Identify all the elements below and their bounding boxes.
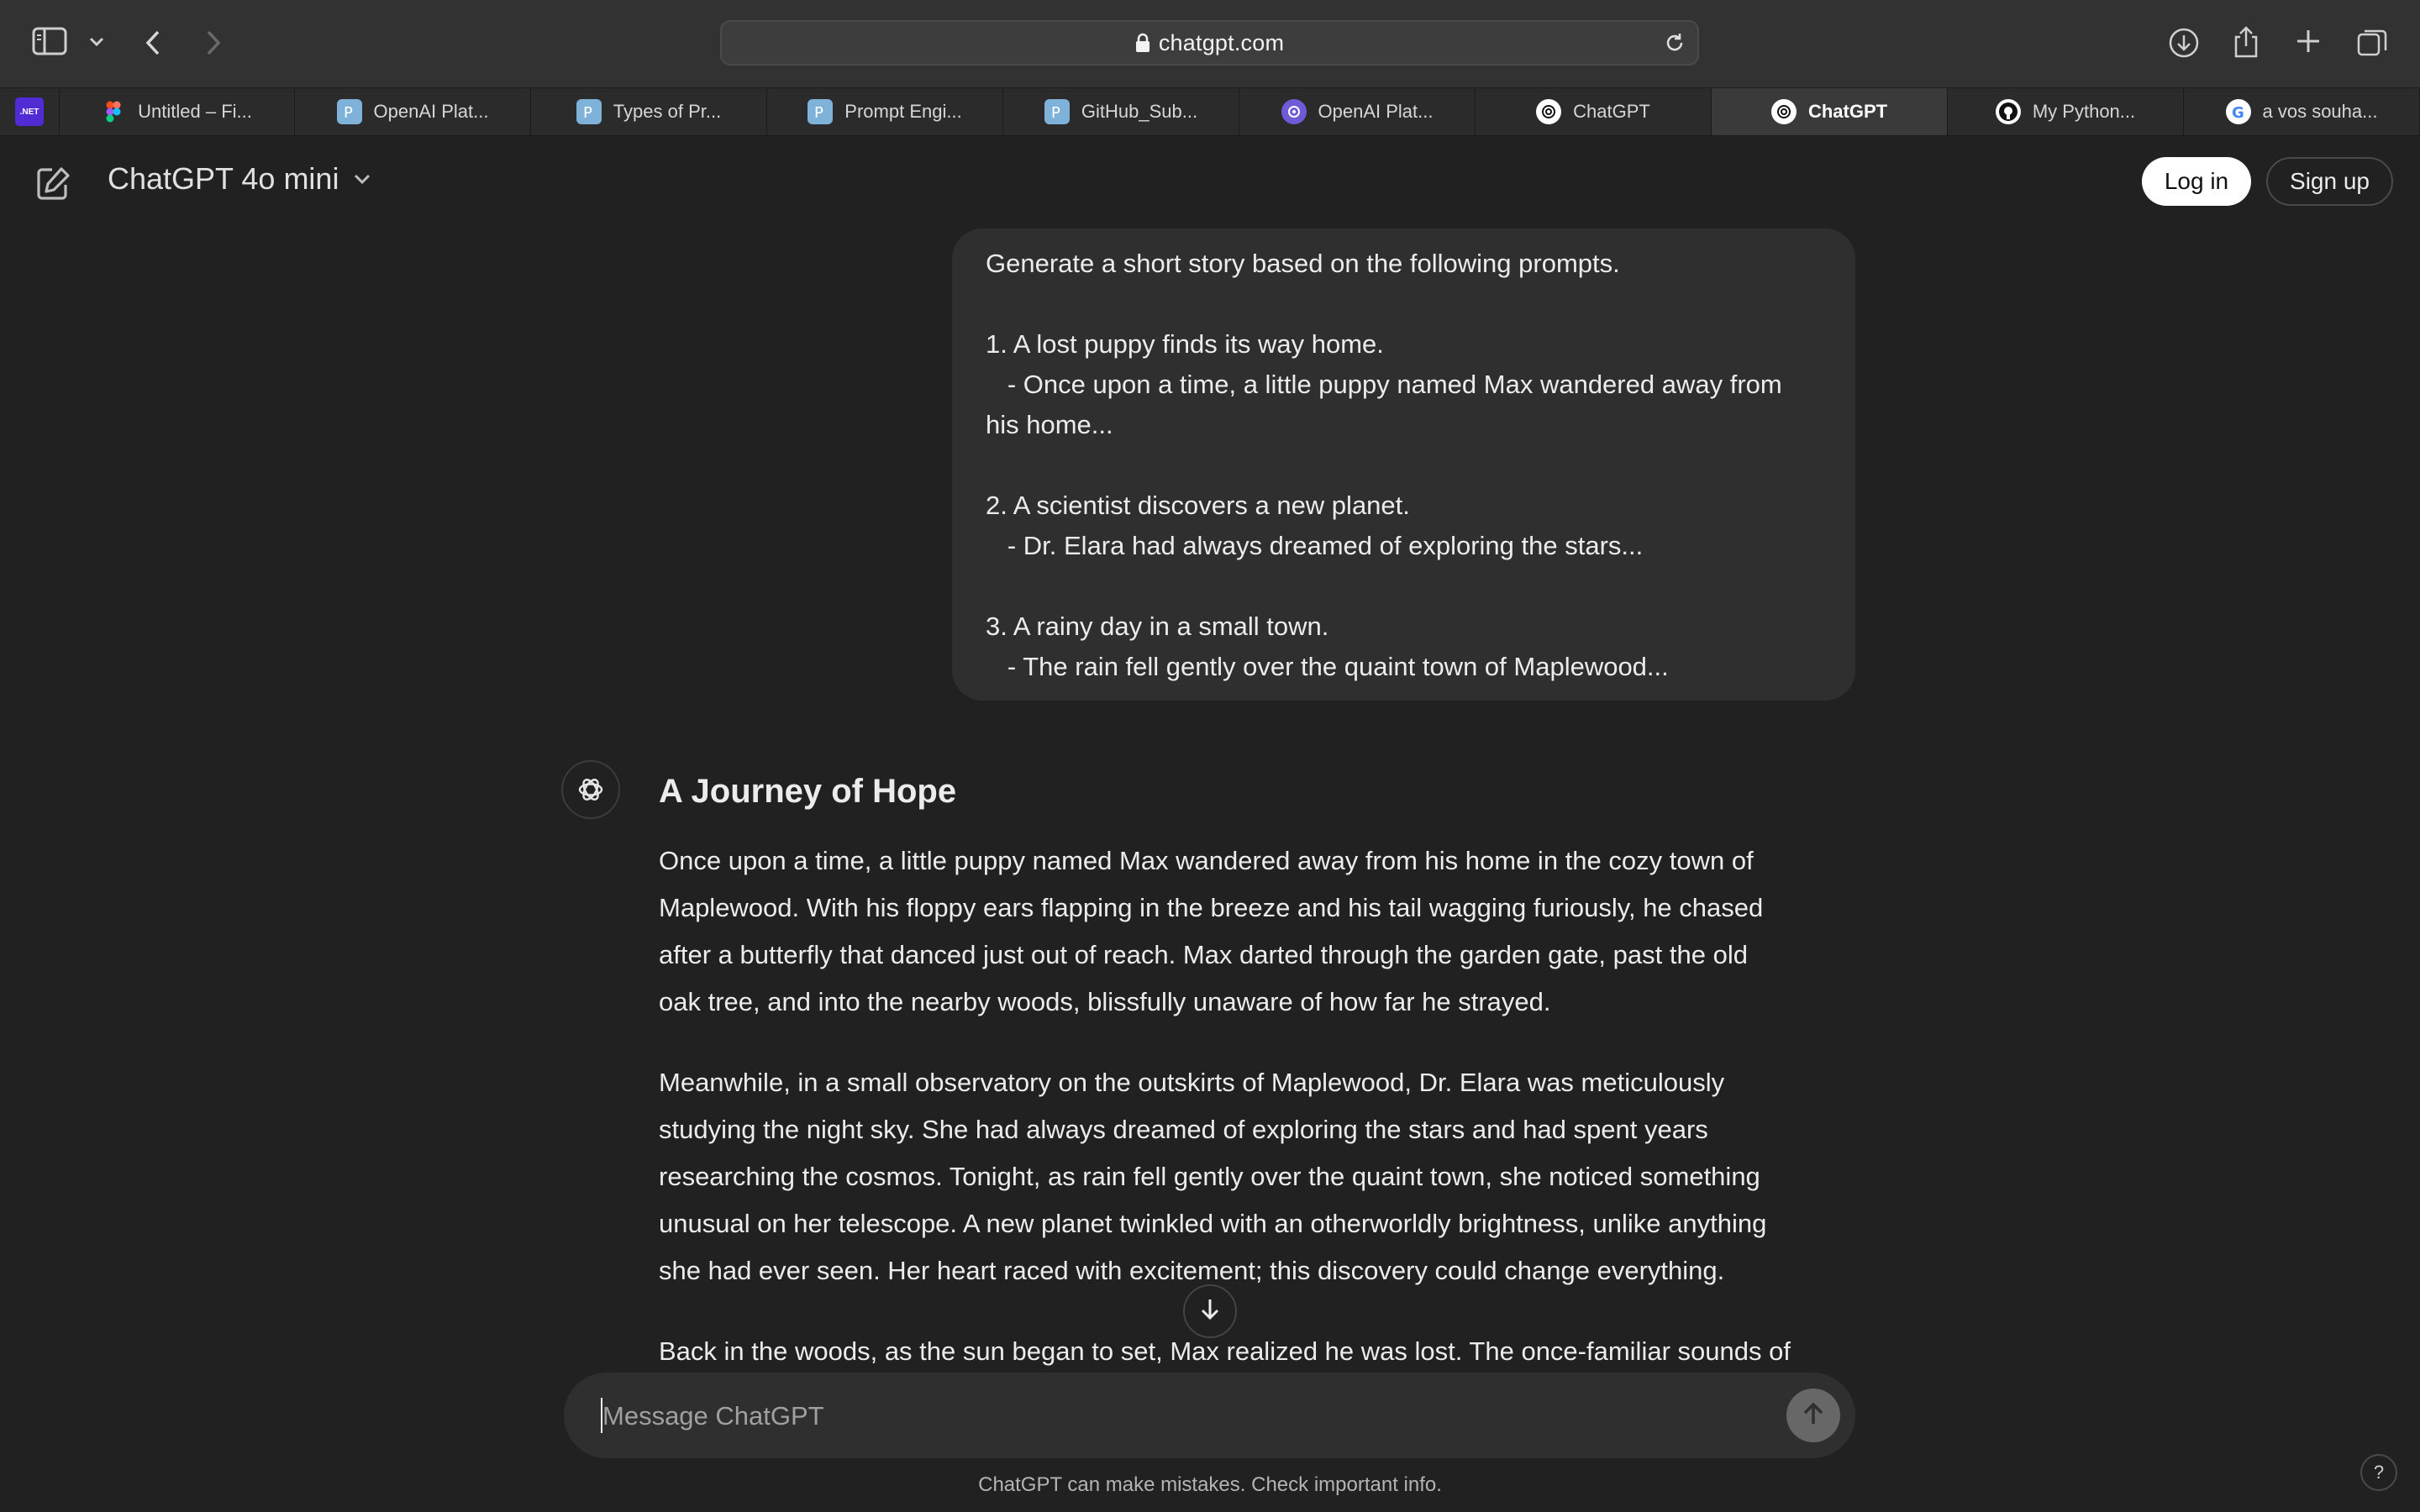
disclaimer-text: ChatGPT can make mistakes. Check importa… bbox=[978, 1473, 1442, 1496]
user-message-line: 3. A rainy day in a small town. bbox=[986, 612, 1329, 641]
reply-line: studying the night sky. She had always d… bbox=[659, 1115, 1708, 1144]
reply-line: Back in the woods, as the sun began to s… bbox=[659, 1336, 1791, 1366]
reload-icon[interactable] bbox=[1664, 32, 1686, 58]
tab-figma[interactable]: Untitled – Fi... bbox=[59, 88, 295, 135]
reply-line: after a butterfly that danced just out o… bbox=[659, 940, 1748, 969]
user-message-line bbox=[986, 566, 1822, 606]
doc-icon: P bbox=[808, 99, 834, 124]
tab-chatgpt[interactable]: ChatGPT bbox=[1476, 88, 1712, 135]
tab-label: ChatGPT bbox=[1573, 101, 1650, 122]
model-name-label: ChatGPT 4o mini bbox=[108, 161, 339, 196]
github-icon bbox=[1995, 99, 2021, 124]
reply-line: unusual on her telescope. A new planet t… bbox=[659, 1209, 1767, 1238]
tab-label: My Python... bbox=[2032, 101, 2136, 122]
reply-line: oak tree, and into the nearby woods, bli… bbox=[659, 987, 1551, 1016]
tab-prompt-engineering[interactable]: P Prompt Engi... bbox=[767, 88, 1003, 135]
reply-line: Maplewood. With his floppy ears flapping… bbox=[659, 893, 1764, 922]
svg-text:P: P bbox=[814, 104, 823, 122]
help-button[interactable]: ? bbox=[2360, 1454, 2397, 1491]
reply-line: she had ever seen. Her heart raced with … bbox=[659, 1256, 1725, 1285]
user-message-line bbox=[986, 445, 1822, 486]
tab-label: ChatGPT bbox=[1807, 101, 1888, 122]
forward-icon[interactable] bbox=[202, 29, 224, 57]
login-button[interactable]: Log in bbox=[2142, 157, 2251, 206]
arrow-up-icon bbox=[1802, 1400, 1825, 1431]
send-button[interactable] bbox=[1786, 1389, 1840, 1442]
tab-openai-platform[interactable]: P OpenAI Plat... bbox=[295, 88, 531, 135]
address-bar[interactable]: chatgpt.com bbox=[720, 20, 1699, 66]
svg-text:P: P bbox=[583, 104, 592, 122]
tab-openai-platform-2[interactable]: OpenAI Plat... bbox=[1239, 88, 1476, 135]
doc-icon: P bbox=[576, 99, 602, 124]
reply-paragraph: Meanwhile, in a small observatory on the… bbox=[659, 1059, 1852, 1294]
pinned-tab-dotnet[interactable]: .NET bbox=[0, 88, 60, 135]
svg-text:G: G bbox=[2232, 104, 2244, 121]
tab-label: a vos souha... bbox=[2262, 101, 2378, 122]
reply-line: Once upon a time, a little puppy named M… bbox=[659, 846, 1754, 875]
tab-label: Types of Pr... bbox=[613, 101, 722, 122]
reply-paragraph: Once upon a time, a little puppy named M… bbox=[659, 837, 1852, 1026]
user-message-bubble: Generate a short story based on the foll… bbox=[952, 228, 1855, 701]
svg-text:P: P bbox=[344, 104, 353, 122]
doc-icon: P bbox=[1044, 99, 1070, 124]
signup-button[interactable]: Sign up bbox=[2266, 157, 2393, 206]
openai-icon bbox=[1281, 99, 1307, 124]
tab-bar: .NET Untitled – Fi... P OpenAI Plat... P… bbox=[0, 87, 2420, 136]
message-composer bbox=[564, 1373, 1855, 1458]
browser-toolbar: chatgpt.com bbox=[0, 0, 2420, 87]
chatgpt-icon bbox=[1770, 99, 1797, 124]
tab-overview-icon[interactable] bbox=[2356, 27, 2388, 59]
svg-text:P: P bbox=[1051, 104, 1060, 122]
chatgpt-icon bbox=[1536, 99, 1562, 124]
user-message-line: 1. A lost puppy finds its way home. bbox=[986, 329, 1384, 359]
tab-label: Untitled – Fi... bbox=[138, 101, 252, 122]
tab-chatgpt-active[interactable]: ChatGPT bbox=[1712, 88, 1948, 135]
user-message-line: - The rain fell gently over the quaint t… bbox=[986, 652, 1669, 681]
downloads-icon[interactable] bbox=[2168, 27, 2200, 59]
user-message-line: 2. A scientist discovers a new planet. bbox=[986, 491, 1410, 520]
figma-icon bbox=[101, 99, 126, 124]
chevron-down-icon[interactable] bbox=[87, 35, 106, 49]
sidebar-toggle-icon[interactable] bbox=[32, 27, 67, 55]
tab-label: Prompt Engi... bbox=[844, 101, 962, 122]
chatgpt-avatar-icon bbox=[561, 760, 620, 819]
dotnet-icon: .NET bbox=[15, 97, 44, 126]
reply-paragraph: Back in the woods, as the sun began to s… bbox=[659, 1328, 1852, 1375]
share-icon[interactable] bbox=[2232, 25, 2260, 59]
message-input[interactable] bbox=[601, 1394, 1739, 1438]
google-icon: G bbox=[2225, 99, 2251, 124]
back-icon[interactable] bbox=[143, 29, 165, 57]
arrow-down-icon bbox=[1198, 1297, 1222, 1326]
scroll-to-bottom-button[interactable] bbox=[1183, 1284, 1237, 1338]
reply-line: researching the cosmos. Tonight, as rain… bbox=[659, 1162, 1760, 1191]
model-selector[interactable]: ChatGPT 4o mini bbox=[108, 161, 372, 197]
assistant-reply: Once upon a time, a little puppy named M… bbox=[659, 837, 1852, 1409]
tab-github-sub[interactable]: P GitHub_Sub... bbox=[1003, 88, 1239, 135]
chevron-down-icon bbox=[352, 172, 372, 186]
new-chat-icon[interactable] bbox=[34, 165, 72, 207]
user-message-line: - Once upon a time, a little puppy named… bbox=[986, 370, 1790, 439]
reply-title: A Journey of Hope bbox=[659, 773, 957, 810]
new-tab-icon[interactable] bbox=[2294, 27, 2323, 55]
user-message-line: - Dr. Elara had always dreamed of explor… bbox=[986, 531, 1644, 560]
tab-my-python[interactable]: My Python... bbox=[1948, 88, 2184, 135]
reply-line: Meanwhile, in a small observatory on the… bbox=[659, 1068, 1725, 1097]
user-message-line bbox=[986, 284, 1822, 324]
tab-label: GitHub_Sub... bbox=[1081, 101, 1198, 122]
tab-google[interactable]: G a vos souha... bbox=[2184, 88, 2420, 135]
tab-label: OpenAI Plat... bbox=[373, 101, 489, 122]
tab-types-of-prompts[interactable]: P Types of Pr... bbox=[531, 88, 767, 135]
doc-icon: P bbox=[336, 99, 362, 124]
lock-icon bbox=[1135, 33, 1150, 53]
url-text: chatgpt.com bbox=[1158, 29, 1285, 55]
tab-label: OpenAI Plat... bbox=[1318, 101, 1434, 122]
user-message-line: Generate a short story based on the foll… bbox=[986, 249, 1620, 278]
